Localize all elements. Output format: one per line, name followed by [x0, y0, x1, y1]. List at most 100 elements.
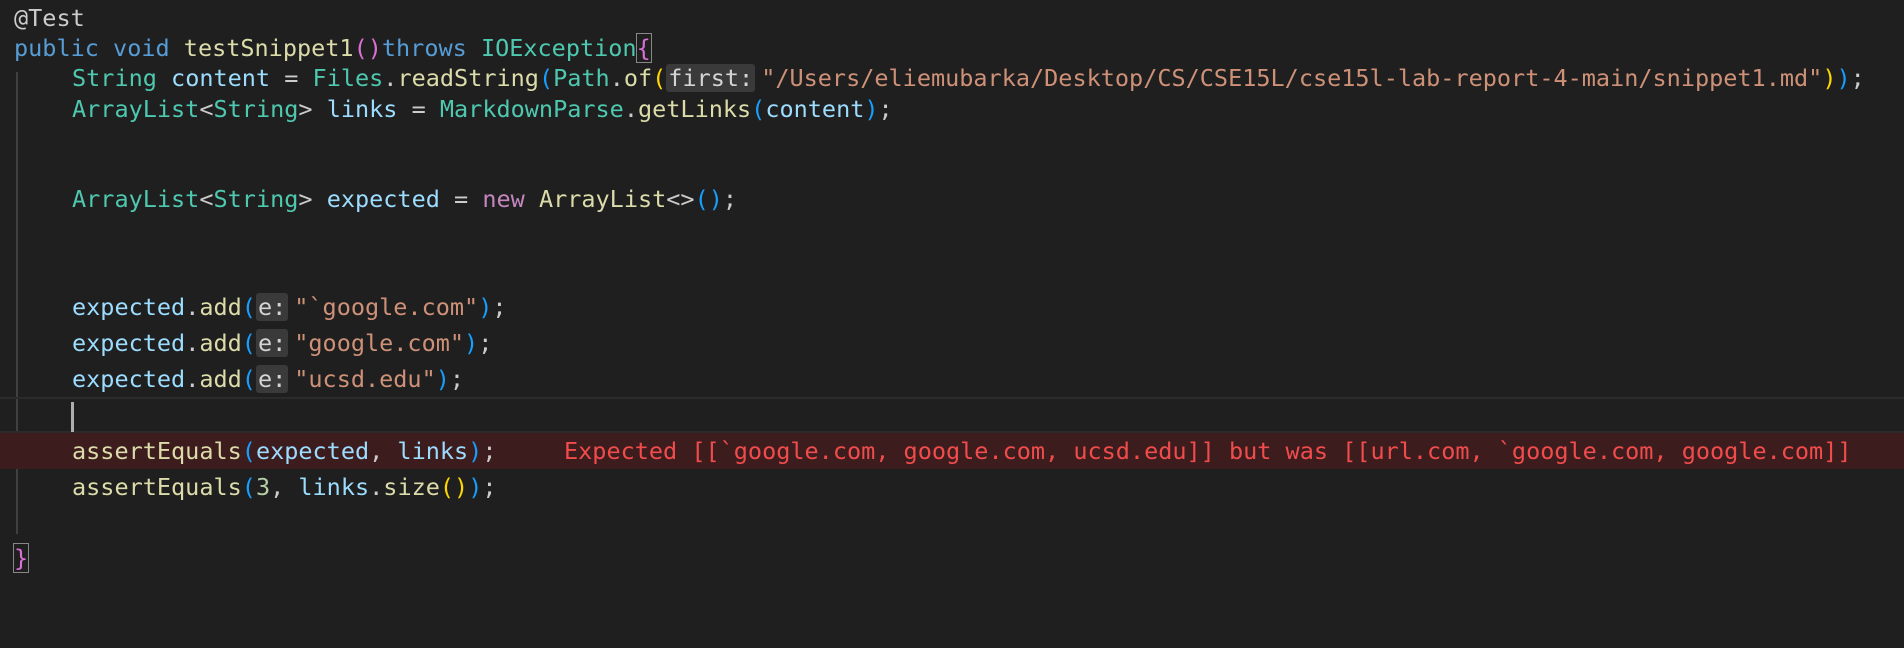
code-line[interactable]: assertEquals(3, links.size());: [0, 469, 1904, 505]
type-name: String: [213, 185, 299, 213]
variable: expected: [72, 329, 186, 357]
string-literal: "ucsd.edu": [294, 365, 436, 393]
current-line[interactable]: [0, 397, 1904, 433]
type-name: MarkdownParse: [439, 95, 624, 123]
code-line[interactable]: expected.add(e: "ucsd.edu");: [0, 361, 1904, 397]
method-name: assertEquals: [72, 473, 242, 501]
paren: (: [353, 34, 368, 62]
string-literal: "`google.com": [294, 293, 479, 321]
keyword: throws: [381, 34, 467, 62]
parameter-hint: e:: [255, 329, 289, 357]
angle-bracket: <>: [666, 185, 695, 213]
type-name: ArrayList: [538, 185, 667, 213]
paren: (: [241, 365, 256, 393]
angle-bracket: >: [298, 95, 327, 123]
method-name: add: [199, 329, 242, 357]
paren: ): [478, 293, 493, 321]
paren: ): [468, 473, 483, 501]
paren: (: [538, 64, 554, 92]
method-name: readString: [397, 64, 539, 92]
method-name: size: [383, 473, 440, 501]
variable: links: [326, 95, 398, 123]
parameter-hint: e:: [255, 365, 289, 393]
keyword: void: [113, 34, 170, 62]
paren: ): [708, 185, 723, 213]
semicolon: ;: [482, 437, 497, 465]
semicolon: ;: [482, 473, 497, 501]
variable: expected: [255, 437, 370, 465]
code-line[interactable]: }: [0, 540, 1904, 576]
paren: ): [464, 329, 479, 357]
annotation: @Test: [14, 4, 85, 32]
operator: =: [270, 64, 313, 92]
type-name: String: [72, 64, 157, 92]
method-name: add: [199, 293, 242, 321]
method-name: add: [199, 365, 242, 393]
paren: ): [864, 95, 879, 123]
code-line[interactable]: expected.add(e: "google.com");: [0, 325, 1904, 361]
variable: expected: [72, 365, 186, 393]
semicolon: ;: [478, 329, 493, 357]
paren: (: [439, 473, 455, 501]
variable: content: [171, 64, 271, 92]
dot: .: [185, 329, 200, 357]
number-literal: 3: [255, 473, 271, 501]
inline-error-message: Expected [[`google.com, google.com, ucsd…: [564, 437, 1852, 465]
paren: ): [435, 365, 450, 393]
text-cursor: [71, 402, 74, 432]
variable: content: [765, 95, 865, 123]
string-literal: "/Users/eliemubarka/Desktop/CS/CSE15L/cs…: [761, 64, 1823, 92]
brace: {: [635, 33, 652, 63]
variable: links: [397, 437, 469, 465]
variable: expected: [326, 185, 440, 213]
paren: (: [241, 473, 256, 501]
keyword: public: [14, 34, 99, 62]
comma: ,: [270, 473, 299, 501]
semicolon: ;: [878, 95, 893, 123]
type-name: String: [213, 95, 299, 123]
comma: ,: [369, 437, 398, 465]
operator: =: [439, 185, 483, 213]
paren: (: [652, 64, 667, 92]
paren: ): [1836, 64, 1851, 92]
paren: (: [241, 293, 256, 321]
method-name: testSnippet1: [183, 34, 354, 62]
code-line[interactable]: ArrayList<String> expected = new ArrayLi…: [0, 181, 1904, 217]
semicolon: ;: [722, 185, 738, 213]
operator: =: [397, 95, 440, 123]
code-line[interactable]: ArrayList<String> links = MarkdownParse.…: [0, 91, 1904, 127]
paren: (: [241, 437, 256, 465]
paren: ): [1822, 64, 1837, 92]
code-line-error[interactable]: assertEquals(expected, links); Expected …: [0, 433, 1904, 469]
type-name: IOException: [480, 34, 637, 62]
paren: (: [241, 329, 256, 357]
method-name: assertEquals: [72, 437, 242, 465]
type-name: Path: [553, 64, 610, 92]
paren: (: [694, 185, 709, 213]
brace: }: [12, 543, 30, 573]
parameter-hint: e:: [255, 293, 289, 321]
paren: ): [454, 473, 469, 501]
angle-bracket: <: [199, 185, 214, 213]
code-editor[interactable]: @Test public void testSnippet1()throws I…: [0, 0, 1904, 576]
type-name: Files: [312, 64, 384, 92]
angle-bracket: >: [298, 185, 327, 213]
keyword: new: [482, 185, 525, 213]
variable: links: [298, 473, 370, 501]
angle-bracket: <: [199, 95, 214, 123]
paren: ): [468, 437, 483, 465]
dot: .: [609, 64, 624, 92]
code-line[interactable]: expected.add(e: "`google.com");: [0, 289, 1904, 325]
dot: .: [185, 293, 200, 321]
dot: .: [623, 95, 638, 123]
semicolon: ;: [1850, 64, 1865, 92]
paren: ): [367, 34, 382, 62]
semicolon: ;: [449, 365, 465, 393]
method-name: of: [623, 64, 653, 92]
variable: expected: [72, 293, 186, 321]
